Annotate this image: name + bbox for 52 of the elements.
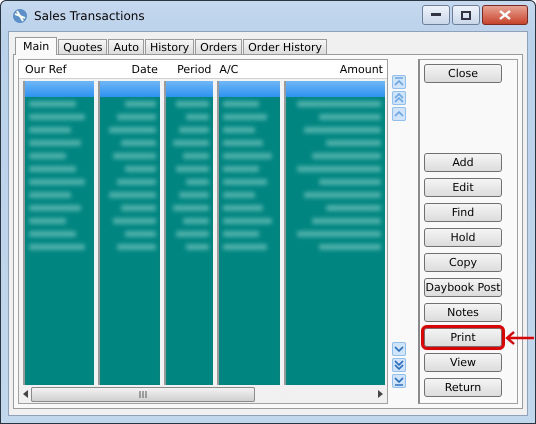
close-window-button[interactable]: [482, 5, 528, 25]
tab[interactable]: Orders: [195, 39, 242, 54]
scroll-left-icon[interactable]: [23, 390, 29, 398]
pointer-arrow: [504, 331, 534, 345]
first-icon: [394, 77, 404, 87]
column-header[interactable]: Amount: [282, 62, 387, 76]
column-header[interactable]: Our Ref: [21, 62, 96, 76]
action-button[interactable]: Return: [424, 378, 502, 397]
previous-record-button[interactable]: [392, 107, 406, 121]
window-title: Sales Transactions: [34, 9, 146, 23]
minimize-button[interactable]: [422, 5, 450, 25]
action-button[interactable]: Print: [424, 328, 502, 347]
table-row[interactable]: [25, 81, 94, 97]
next-record-button[interactable]: [392, 342, 406, 356]
tab[interactable]: Quotes: [58, 39, 108, 54]
table-row[interactable]: [100, 81, 160, 97]
app-icon: [12, 8, 28, 24]
maximize-icon: [461, 10, 471, 20]
scrollbar-thumb[interactable]: [31, 386, 255, 402]
column-header[interactable]: Period: [162, 62, 216, 76]
action-button[interactable]: Copy: [424, 253, 502, 272]
last-record-button[interactable]: [392, 374, 406, 388]
tab[interactable]: History: [144, 39, 194, 54]
column-header[interactable]: Date: [96, 62, 162, 76]
tab[interactable]: Order History: [243, 39, 328, 54]
maximize-button[interactable]: [452, 5, 480, 25]
action-button[interactable]: Hold: [424, 228, 502, 247]
chevron-down-icon: [394, 344, 404, 354]
table-row[interactable]: [166, 81, 214, 97]
action-button[interactable]: Daybook Post: [424, 278, 502, 297]
close-button[interactable]: Close: [424, 64, 502, 83]
double-chevron-up-icon: [394, 93, 404, 103]
action-button[interactable]: Find: [424, 203, 502, 222]
chevron-up-icon: [394, 109, 404, 119]
action-button[interactable]: Add: [424, 153, 502, 172]
tab[interactable]: Main: [15, 37, 58, 55]
double-chevron-down-icon: [394, 360, 404, 370]
action-button[interactable]: View: [424, 353, 502, 372]
action-button[interactable]: Edit: [424, 178, 502, 197]
scroll-right-icon[interactable]: [377, 390, 383, 398]
page-up-button[interactable]: [392, 91, 406, 105]
table-row[interactable]: [219, 81, 280, 97]
column-header[interactable]: A/C: [215, 62, 282, 76]
grip-icon: [139, 390, 147, 398]
minimize-icon: [431, 13, 441, 17]
last-icon: [394, 376, 404, 386]
table-row[interactable]: [286, 81, 385, 97]
tab[interactable]: Auto: [108, 39, 144, 54]
action-button[interactable]: Notes: [424, 303, 502, 322]
page-down-button[interactable]: [392, 358, 406, 372]
first-record-button[interactable]: [392, 75, 406, 89]
close-icon: [499, 10, 511, 20]
